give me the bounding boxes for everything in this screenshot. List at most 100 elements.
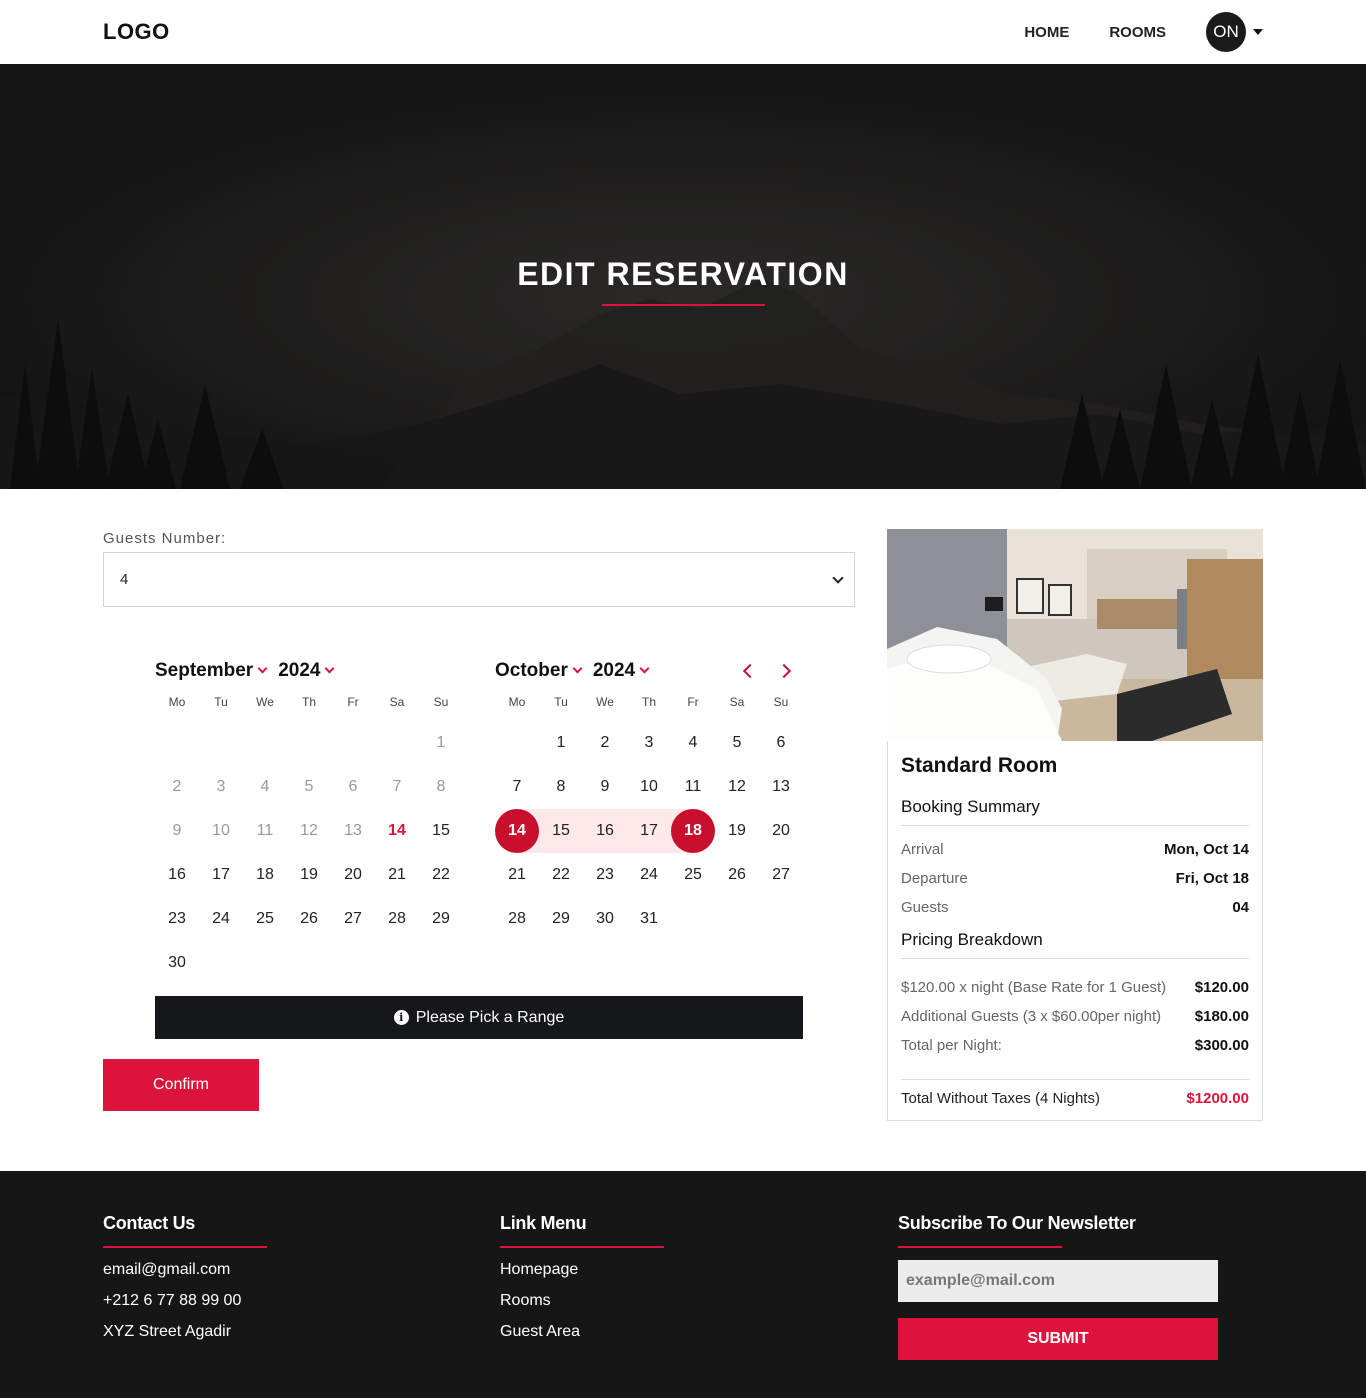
hero-banner: EDIT RESERVATION: [0, 64, 1366, 489]
month-select[interactable]: October: [495, 660, 583, 682]
caret-down-icon[interactable]: [1253, 29, 1263, 35]
day-cell[interactable]: 8: [539, 765, 583, 809]
day-cell[interactable]: 26: [287, 897, 331, 941]
day-cell[interactable]: 29: [539, 897, 583, 941]
guests-select[interactable]: 4: [103, 552, 855, 607]
year-select[interactable]: 2024: [278, 660, 335, 682]
footer-link-rooms[interactable]: Rooms: [500, 1291, 664, 1322]
avatar[interactable]: ON: [1206, 12, 1246, 52]
room-photo: [887, 529, 1263, 741]
day-cell[interactable]: 4: [243, 765, 287, 809]
day-cell[interactable]: 18: [243, 853, 287, 897]
weekday-label: Su: [773, 695, 789, 709]
per-night-row: Total per Night: $300.00: [901, 1037, 1249, 1054]
page-title: EDIT RESERVATION: [517, 256, 849, 292]
day-cell[interactable]: 26: [715, 853, 759, 897]
day-cell[interactable]: 5: [715, 721, 759, 765]
contact-email[interactable]: email@gmail.com: [103, 1260, 267, 1291]
day-cell[interactable]: 3: [199, 765, 243, 809]
day-cell[interactable]: 30: [583, 897, 627, 941]
newsletter-email-input[interactable]: [898, 1260, 1218, 1302]
range-start-day[interactable]: 14: [495, 809, 539, 853]
day-cell[interactable]: 15: [419, 809, 463, 853]
day-cell[interactable]: 27: [759, 853, 803, 897]
day-cell[interactable]: 29: [419, 897, 463, 941]
day-cell[interactable]: 1: [539, 721, 583, 765]
weekday-label: Fr: [347, 695, 359, 709]
day-cell[interactable]: 21: [375, 853, 419, 897]
day-cell[interactable]: 7: [495, 765, 539, 809]
navbar: LOGO HOME ROOMS ON: [0, 0, 1366, 64]
weekday-label: Th: [301, 695, 316, 709]
day-cell[interactable]: 1: [419, 721, 463, 765]
day-cell[interactable]: 4: [671, 721, 715, 765]
day-cell[interactable]: 19: [287, 853, 331, 897]
weekday-label: We: [596, 695, 614, 709]
day-cell[interactable]: 9: [155, 809, 199, 853]
weekday-label: Sa: [389, 695, 405, 709]
day-cell[interactable]: 13: [331, 809, 375, 853]
day-cell[interactable]: 22: [539, 853, 583, 897]
month-header: September 2024: [155, 659, 463, 683]
month-select[interactable]: September: [155, 660, 268, 682]
booking-summary-heading: Booking Summary: [901, 797, 1249, 826]
newsletter-submit-button[interactable]: SUBMIT: [898, 1318, 1218, 1360]
newsletter-heading: Subscribe To Our Newsletter: [898, 1213, 1136, 1233]
day-cell[interactable]: 10: [627, 765, 671, 809]
guests-count: 04: [1232, 899, 1249, 916]
day-cell[interactable]: 15: [539, 809, 583, 853]
day-cell[interactable]: 20: [331, 853, 375, 897]
day-cell[interactable]: 23: [155, 897, 199, 941]
confirm-button[interactable]: Confirm: [103, 1059, 259, 1111]
day-cell[interactable]: 25: [243, 897, 287, 941]
nav-rooms-link[interactable]: ROOMS: [1109, 24, 1166, 41]
weekday-row: Mo Tu We Th Fr Sa Su: [155, 695, 463, 709]
day-cell[interactable]: 6: [331, 765, 375, 809]
day-cell[interactable]: 6: [759, 721, 803, 765]
day-cell[interactable]: 3: [627, 721, 671, 765]
day-cell[interactable]: 2: [155, 765, 199, 809]
day-cell[interactable]: 20: [759, 809, 803, 853]
day-cell[interactable]: 7: [375, 765, 419, 809]
year-select[interactable]: 2024: [593, 660, 650, 682]
day-cell[interactable]: 8: [419, 765, 463, 809]
day-cell[interactable]: 11: [243, 809, 287, 853]
day-cell[interactable]: 23: [583, 853, 627, 897]
day-cell[interactable]: 12: [287, 809, 331, 853]
range-end-day[interactable]: 18: [671, 809, 715, 853]
day-cell[interactable]: 12: [715, 765, 759, 809]
day-cell[interactable]: 22: [419, 853, 463, 897]
user-menu[interactable]: ON: [1206, 12, 1263, 52]
day-cell[interactable]: 25: [671, 853, 715, 897]
day-cell[interactable]: 17: [199, 853, 243, 897]
additional-guests-row: Additional Guests (3 x $60.00per night) $…: [901, 1008, 1249, 1025]
day-cell[interactable]: 28: [495, 897, 539, 941]
footer-link-guest-area[interactable]: Guest Area: [500, 1322, 664, 1353]
day-cell[interactable]: 30: [155, 941, 199, 985]
day-cell[interactable]: 31: [627, 897, 671, 941]
day-cell[interactable]: 14: [375, 809, 419, 853]
day-cell[interactable]: 24: [627, 853, 671, 897]
footer-link-homepage[interactable]: Homepage: [500, 1260, 664, 1291]
day-cell[interactable]: 9: [583, 765, 627, 809]
day-cell[interactable]: 16: [583, 809, 627, 853]
day-cell[interactable]: 2: [583, 721, 627, 765]
day-cell[interactable]: 10: [199, 809, 243, 853]
contact-phone[interactable]: +212 6 77 88 99 00: [103, 1291, 267, 1322]
prev-month-button[interactable]: [736, 659, 760, 683]
day-cell[interactable]: 11: [671, 765, 715, 809]
footer-contact: Contact Us email@gmail.com +212 6 77 88 …: [103, 1213, 267, 1353]
room-image: [887, 529, 1263, 741]
day-cell[interactable]: 21: [495, 853, 539, 897]
next-month-button[interactable]: [774, 659, 798, 683]
day-cell[interactable]: 13: [759, 765, 803, 809]
logo[interactable]: LOGO: [103, 19, 170, 45]
day-cell[interactable]: 28: [375, 897, 419, 941]
nav-home-link[interactable]: HOME: [1024, 24, 1069, 41]
day-cell[interactable]: 17: [627, 809, 671, 853]
day-cell[interactable]: 27: [331, 897, 375, 941]
day-cell[interactable]: 19: [715, 809, 759, 853]
day-cell[interactable]: 24: [199, 897, 243, 941]
day-cell[interactable]: 5: [287, 765, 331, 809]
day-cell[interactable]: 16: [155, 853, 199, 897]
